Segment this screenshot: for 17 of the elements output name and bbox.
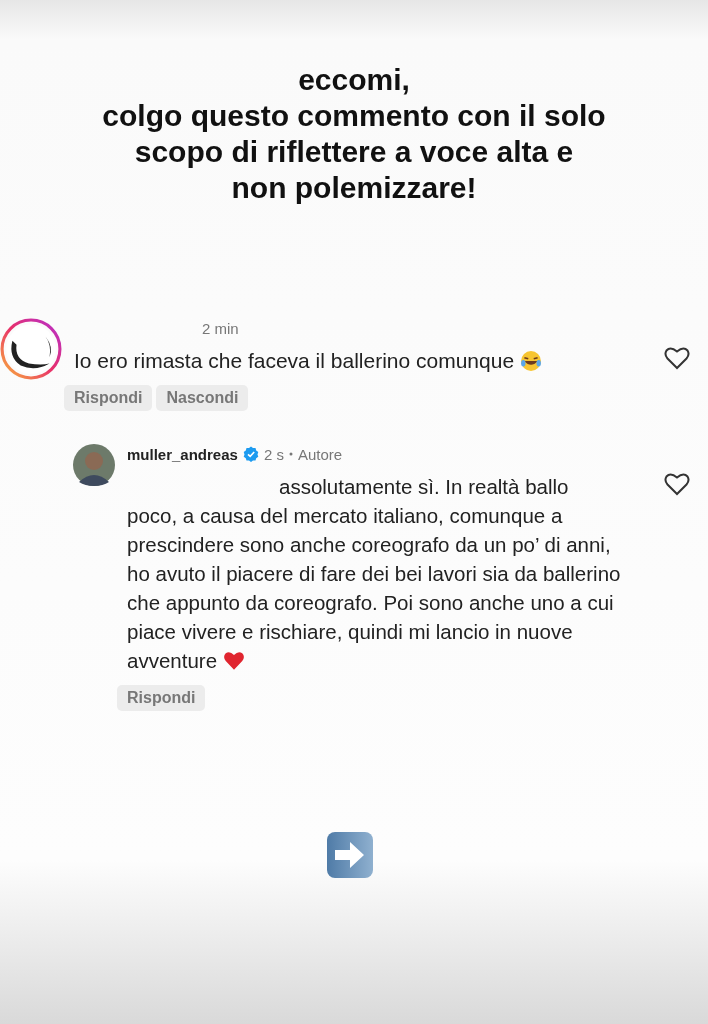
action-button[interactable]: Nascondi bbox=[156, 385, 249, 411]
comment-text: Io ero rimasta che faceva il ballerino comunque bbox=[74, 346, 542, 375]
author-label: Autore bbox=[297, 445, 343, 463]
like-icon[interactable] bbox=[664, 472, 690, 496]
separator-dot-icon bbox=[288, 452, 293, 456]
action-button[interactable]: Rispondi bbox=[64, 385, 153, 411]
action-button[interactable]: Rispondi bbox=[117, 685, 206, 711]
comment-time: 2 min bbox=[202, 319, 239, 337]
laughing-emoji-icon bbox=[519, 350, 542, 372]
heading-text: eccomi, colgo questo commento con il solo scopo di riflettere a voce alta e non polemizzare! bbox=[101, 62, 607, 206]
username[interactable]: muller_andreas bbox=[127, 445, 238, 463]
comment-text: assolutamente sì. In realtà ballo poco, a causa del mercato italiano, comunque a prescindere sono anche coreografo da un po’ di anni, ho avuto il piacere di fare dei bei lavori sia da ballerino che appunto da coreografo. Poi sono anche uno a cui piace vivere e rischiare, quindi mi lancio in nuove avventure bbox=[127, 474, 621, 674]
avatar-icon bbox=[73, 444, 115, 486]
like-icon[interactable] bbox=[664, 346, 690, 370]
heart-emoji-icon bbox=[222, 650, 245, 672]
avatar-icon bbox=[0, 318, 62, 380]
comment-time: 2 s bbox=[263, 445, 284, 463]
